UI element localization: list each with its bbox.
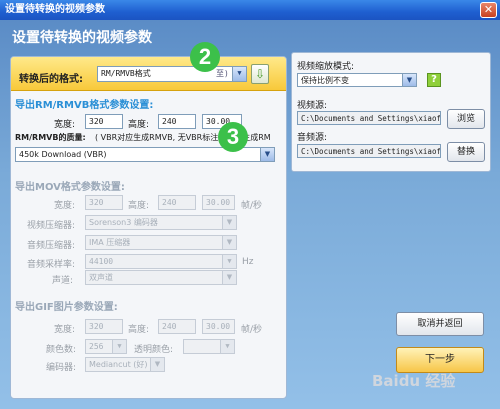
rm-height-label: 高度: — [128, 120, 150, 130]
rm-section-title: 导出RM/RMVB格式参数设置: — [15, 100, 154, 111]
mov-audio-codec-value: IMA 压缩器 — [89, 238, 131, 247]
format-select-value: RM/RMVB格式 — [101, 69, 151, 78]
gif-transparent-label: 透明颜色: — [134, 345, 174, 355]
mov-video-codec-label: 视频压缩器: — [27, 221, 76, 231]
format-select-suffix: 至) — [216, 69, 229, 78]
mov-channel-label: 声道: — [52, 276, 74, 286]
chevron-down-icon[interactable]: ▼ — [222, 236, 236, 249]
mov-video-codec-select[interactable]: Sorenson3 编码器 ▼ — [85, 215, 237, 230]
audio-source-label: 音频源: — [297, 133, 328, 143]
annotation-badge-2: 2 — [190, 42, 220, 72]
format-select[interactable]: RM/RMVB格式 至) ▼ — [97, 66, 247, 82]
page-title: 设置待转换的视频参数 — [12, 30, 152, 46]
gif-colors-select[interactable]: 256 ▼ — [85, 339, 127, 354]
mov-width-input[interactable]: 320 — [85, 195, 123, 210]
audio-source-path[interactable]: C:\Documents and Settings\xiaofer — [297, 144, 441, 158]
mov-height-input[interactable]: 240 — [158, 195, 196, 210]
replace-button[interactable]: 替换 — [447, 142, 485, 162]
mov-video-codec-value: Sorenson3 编码器 — [89, 218, 158, 227]
gif-width-label: 宽度: — [54, 325, 76, 335]
gif-section-title: 导出GIF图片参数设置: — [15, 302, 118, 313]
gif-width-input[interactable]: 320 — [85, 319, 123, 334]
window-title: 设置待转换的视频参数 — [5, 4, 105, 15]
gif-colors-label: 颜色数: — [46, 345, 77, 355]
chevron-down-icon[interactable]: ▼ — [222, 216, 236, 229]
rm-width-input[interactable]: 320 — [85, 114, 123, 129]
chevron-down-icon[interactable]: ▼ — [150, 358, 164, 371]
download-icon[interactable]: ⇩ — [251, 64, 269, 84]
mov-channel-select[interactable]: 双声道 ▼ — [85, 270, 237, 285]
gif-height-label: 高度: — [128, 325, 150, 335]
gif-encoder-select[interactable]: Mediancut (好) ▼ — [85, 357, 165, 372]
mov-fps-input[interactable]: 30.00 — [202, 195, 235, 210]
format-label: 转换后的格式: — [19, 74, 83, 85]
mov-height-label: 高度: — [128, 201, 150, 211]
gif-fps-unit: 帧/秒 — [241, 325, 263, 335]
mov-sample-rate-unit: Hz — [242, 257, 254, 267]
mov-fps-unit: 帧/秒 — [241, 201, 263, 211]
cancel-return-button[interactable]: 取消并返回 — [396, 312, 484, 336]
scale-mode-value: 保持比例不变 — [301, 76, 349, 85]
watermark: Baidu 经验 — [372, 372, 456, 390]
gif-height-input[interactable]: 240 — [158, 319, 196, 334]
mov-audio-codec-label: 音频压缩器: — [27, 241, 76, 251]
mov-section-title: 导出MOV格式参数设置: — [15, 182, 125, 193]
video-source-path[interactable]: C:\Documents and Settings\xiaofer — [297, 111, 441, 125]
chevron-down-icon[interactable]: ▼ — [260, 148, 274, 161]
mov-sample-rate-label: 音频采样率: — [27, 260, 76, 270]
gif-colors-value: 256 — [89, 342, 104, 351]
mov-sample-rate-value: 44100 — [89, 257, 114, 266]
chevron-down-icon[interactable]: ▼ — [232, 67, 246, 81]
mov-channel-value: 双声道 — [89, 273, 113, 282]
help-icon[interactable]: ? — [427, 73, 441, 87]
mov-sample-rate-select[interactable]: 44100 ▼ — [85, 254, 237, 269]
rm-quality-label: RM/RMVB的质量: — [15, 133, 86, 142]
window-title-bar: 设置待转换的视频参数 ✕ — [0, 0, 500, 20]
gif-encoder-label: 编码器: — [46, 363, 77, 373]
chevron-down-icon[interactable]: ▼ — [112, 340, 126, 353]
gif-fps-input[interactable]: 30.00 — [202, 319, 235, 334]
rm-height-input[interactable]: 240 — [158, 114, 196, 129]
scale-mode-label: 视频缩放模式: — [297, 62, 355, 72]
close-icon[interactable]: ✕ — [480, 2, 497, 18]
chevron-down-icon[interactable]: ▼ — [402, 74, 416, 86]
scale-mode-select[interactable]: 保持比例不变 ▼ — [297, 73, 417, 87]
rm-quality-value: 450k Download (VBR) — [19, 150, 107, 159]
browse-button[interactable]: 浏览 — [447, 109, 485, 129]
video-source-label: 视频源: — [297, 101, 328, 111]
rm-width-label: 宽度: — [54, 120, 76, 130]
mov-width-label: 宽度: — [54, 201, 76, 211]
gif-transparent-color-picker[interactable]: ▼ — [183, 339, 235, 354]
mov-audio-codec-select[interactable]: IMA 压缩器 ▼ — [85, 235, 237, 250]
gif-encoder-value: Mediancut (好) — [89, 360, 148, 369]
chevron-down-icon[interactable]: ▼ — [222, 271, 236, 284]
chevron-down-icon[interactable]: ▼ — [220, 340, 234, 353]
annotation-badge-3: 3 — [218, 122, 248, 152]
chevron-down-icon[interactable]: ▼ — [222, 255, 236, 268]
